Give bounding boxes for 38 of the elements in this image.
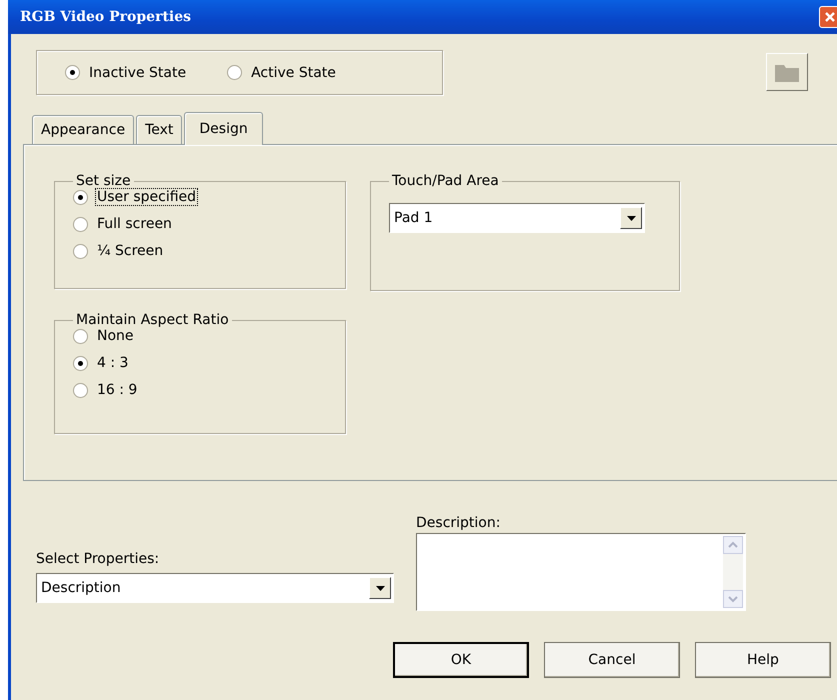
radio-label: 4 : 3: [96, 355, 130, 371]
close-icon: [824, 11, 836, 23]
radio-button[interactable]: [65, 65, 80, 80]
folder-button[interactable]: [766, 53, 808, 91]
field-label: Description:: [416, 515, 502, 531]
radio-button[interactable]: [73, 356, 88, 370]
close-button[interactable]: [819, 6, 837, 28]
radio-label: Full screen: [96, 216, 173, 232]
radio-label: Active State: [250, 64, 337, 80]
scroll-up-icon[interactable]: [723, 536, 743, 554]
radio-button[interactable]: [73, 328, 88, 344]
tab[interactable]: Appearance: [32, 115, 134, 144]
group-title: Touch/Pad Area: [391, 173, 500, 189]
radio-button[interactable]: [73, 244, 88, 258]
dialog-button[interactable]: Cancel: [544, 642, 680, 678]
radio-label: Inactive State: [88, 64, 188, 80]
group-title: Set size: [75, 173, 132, 189]
radio-label: 16 : 9: [96, 382, 138, 398]
radio-button[interactable]: [73, 382, 88, 398]
dialog-button[interactable]: OK: [393, 642, 529, 678]
radio-button[interactable]: [227, 65, 242, 80]
radio-label: None: [96, 328, 135, 344]
tab[interactable]: Text: [136, 115, 182, 144]
description-field[interactable]: [416, 533, 746, 611]
radio-label: User specified: [96, 189, 198, 205]
radio-button[interactable]: [73, 216, 88, 232]
group-title: Maintain Aspect Ratio: [75, 312, 230, 328]
tab[interactable]: Design: [184, 112, 263, 145]
dropdown-arrow-icon: [626, 216, 636, 220]
dialog-button[interactable]: Help: [695, 642, 831, 678]
dropdown-arrow-icon: [376, 586, 384, 590]
radio-label: ¼ Screen: [96, 243, 164, 259]
pad-dropdown[interactable]: Pad 1: [389, 203, 645, 233]
field-label: Select Properties:: [36, 551, 160, 567]
radio-button[interactable]: [73, 190, 88, 204]
window-title: RGB Video Properties: [20, 9, 192, 25]
properties-dropdown[interactable]: Description: [36, 573, 394, 603]
scroll-down-icon[interactable]: [723, 590, 743, 608]
